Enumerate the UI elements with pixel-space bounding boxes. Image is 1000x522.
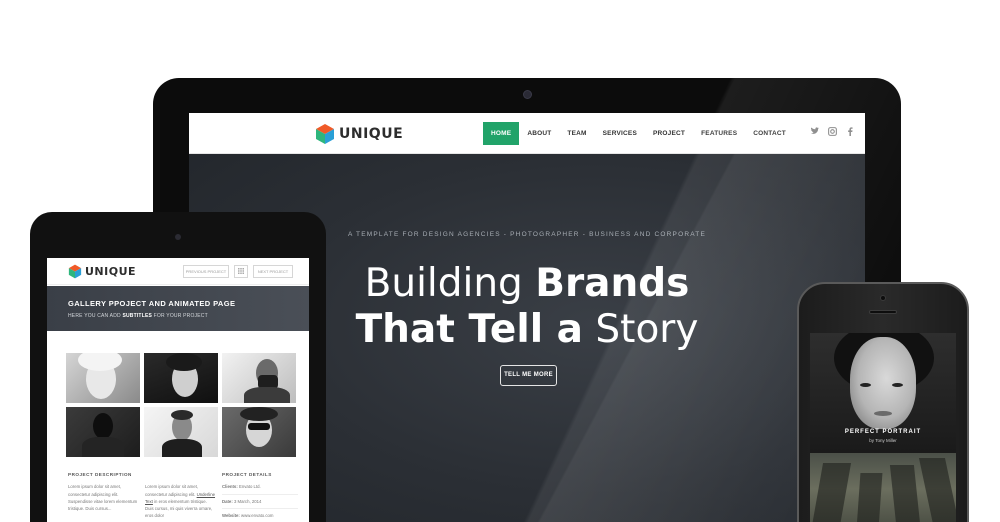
phone-device: PERFECT PORTRAIT by Tony Miller [797, 282, 969, 522]
menu-item-project[interactable]: PROJECT [645, 122, 693, 145]
detail-value: Envato Ltd. [238, 484, 261, 490]
cube-logo-icon [68, 264, 82, 279]
subtitle-bold: SUBTITLES [122, 313, 153, 319]
twitter-icon[interactable] [810, 127, 819, 136]
webcam-icon [523, 90, 532, 99]
building-shape [855, 473, 883, 522]
instagram-icon[interactable] [828, 127, 837, 136]
site-logo[interactable]: UNIQUE [315, 123, 403, 145]
gallery-photo[interactable] [222, 407, 296, 457]
tablet-screen: UNIQUE PREVIOUS PROJECT NEXT PROJECT GAL… [47, 258, 309, 522]
menu-item-contact[interactable]: CONTACT [745, 122, 794, 145]
site-navbar: UNIQUE HOME ABOUT TEAM SERVICES PROJECT … [189, 113, 865, 154]
grid-view-button[interactable] [234, 265, 248, 278]
detail-row-date: Date: 3 March, 2014 [222, 498, 298, 509]
city-photo[interactable] [810, 453, 956, 522]
menu-item-features[interactable]: FEATURES [693, 122, 745, 145]
portrait-eye-left [860, 383, 871, 387]
project-banner: GALLERY PPOJECT AND ANIMATED PAGE HERE Y… [47, 286, 309, 331]
tablet-logo[interactable]: UNIQUE [68, 264, 136, 279]
gallery-photo[interactable] [66, 407, 140, 457]
detail-label: Website: [222, 512, 240, 518]
project-description-text: Lorem ipsum dolor sit amet, consectetur … [68, 484, 138, 512]
phone-camera-icon [880, 295, 886, 301]
menu-item-home[interactable]: HOME [483, 122, 520, 145]
previous-project-button[interactable]: PREVIOUS PROJECT [183, 265, 229, 278]
photo-gallery [66, 353, 296, 457]
cube-logo-icon [316, 124, 334, 144]
tablet-device: UNIQUE PREVIOUS PROJECT NEXT PROJECT GAL… [30, 212, 326, 522]
tablet-camera-icon [175, 234, 181, 240]
detail-row-clients: Clients: Envato Ltd. [222, 483, 298, 495]
project-description-heading: PROJECT DESCRIPTION [68, 472, 132, 477]
subtitle-post: FOR YOUR PROJECT [153, 313, 208, 319]
column-spacer [145, 471, 215, 478]
project-text-column: Lorem ipsum dolor sit amet, consectetur … [145, 471, 215, 520]
hero-title-bold-1: Brands [535, 261, 690, 306]
detail-row-website: Website: www.envato.com [222, 512, 298, 522]
hero-title-thin-1: Building [364, 261, 523, 306]
project-details-heading: PROJECT DETAILS [222, 472, 272, 477]
subtitle-pre: HERE YOU CAN ADD [68, 313, 121, 319]
building-shape [889, 465, 923, 522]
menu-item-team[interactable]: TEAM [559, 122, 594, 145]
gallery-photo[interactable] [144, 353, 218, 403]
gallery-photo[interactable] [144, 407, 218, 457]
hero-title-thin-2: Story [595, 307, 699, 352]
menu-item-about[interactable]: ABOUT [519, 122, 559, 145]
portrait-lips [874, 411, 892, 416]
project-description-column: PROJECT DESCRIPTION Lorem ipsum dolor si… [68, 471, 138, 512]
grid-icon [238, 268, 244, 274]
gallery-photo[interactable] [222, 353, 296, 403]
phone-speaker-icon [869, 310, 897, 314]
detail-label: Clients: [222, 484, 238, 490]
project-text-post: in eros elementum tristique. Duis cursus… [145, 498, 213, 519]
project-title: GALLERY PPOJECT AND ANIMATED PAGE [68, 299, 236, 308]
project-subtitle: HERE YOU CAN ADD SUBTITLES FOR YOUR PROJ… [68, 313, 208, 319]
building-shape [810, 463, 852, 522]
building-shape [918, 458, 956, 522]
logo-text: UNIQUE [339, 126, 404, 142]
logo-text: UNIQUE [85, 265, 137, 278]
detail-value: 3 March, 2014 [233, 498, 262, 504]
gallery-photo[interactable] [66, 353, 140, 403]
portrait-title: PERFECT PORTRAIT [844, 429, 922, 435]
main-menu: HOME ABOUT TEAM SERVICES PROJECT FEATURE… [483, 122, 794, 145]
menu-item-services[interactable]: SERVICES [595, 122, 645, 145]
portrait-subtitle: by Tony Miller [869, 438, 897, 443]
portrait-photo[interactable]: PERFECT PORTRAIT by Tony Miller [810, 333, 956, 453]
next-project-button[interactable]: NEXT PROJECT [253, 265, 293, 278]
detail-value[interactable]: www.envato.com [241, 513, 273, 518]
project-details-column: PROJECT DETAILS Clients: Envato Ltd. Dat… [222, 471, 298, 522]
facebook-icon[interactable] [846, 127, 855, 136]
tablet-navbar: UNIQUE PREVIOUS PROJECT NEXT PROJECT [47, 258, 309, 285]
project-text-pre: Lorem ipsum dolor sit amet, consectetur … [145, 484, 199, 497]
hero-title-bold-2: That Tell a [355, 307, 583, 352]
tell-me-more-button[interactable]: TELL ME MORE [500, 365, 557, 386]
social-links [810, 127, 855, 136]
phone-screen: PERFECT PORTRAIT by Tony Miller [810, 333, 956, 522]
portrait-eye-right [892, 383, 903, 387]
detail-label: Date: [222, 498, 233, 504]
